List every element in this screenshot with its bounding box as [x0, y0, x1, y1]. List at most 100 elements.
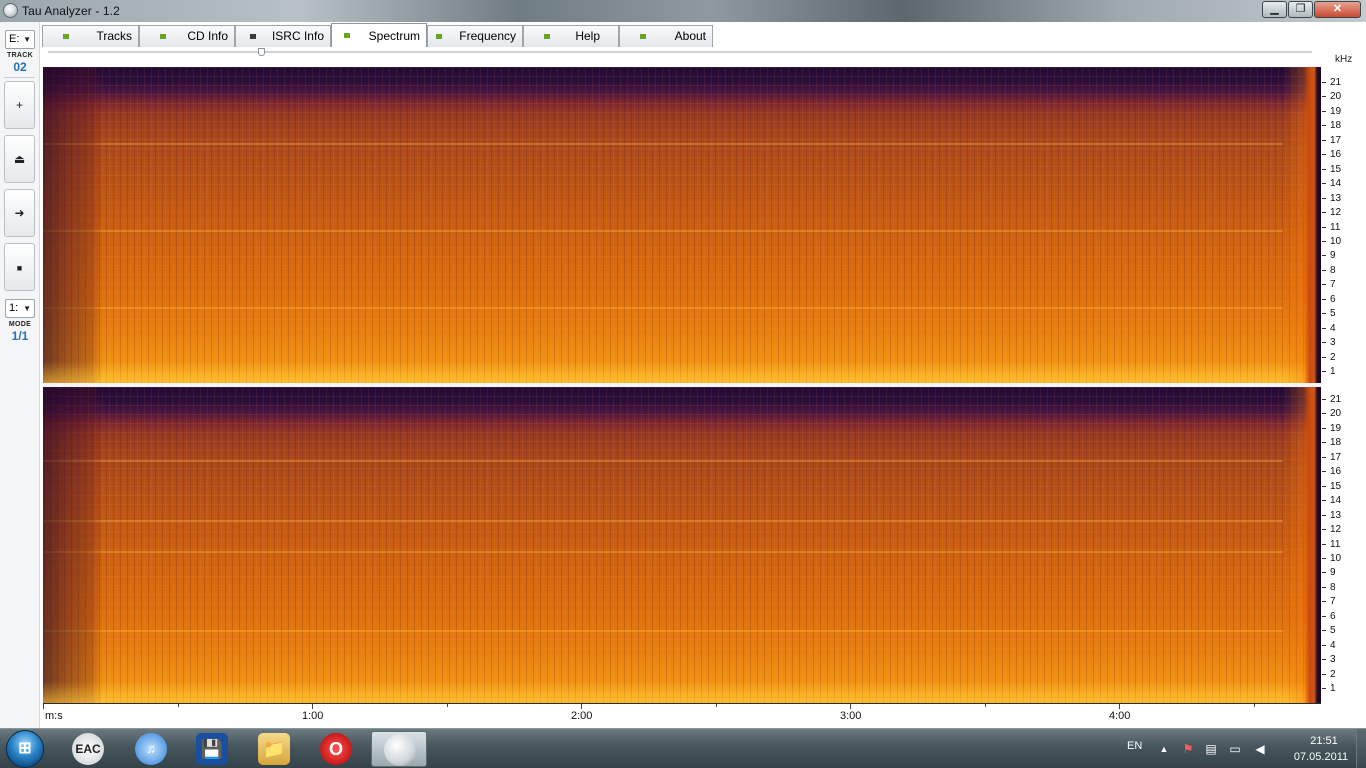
tab-label: ISRC Info	[271, 29, 324, 43]
time-axis: m:s 1:00 2:00 3:00 4:00	[43, 703, 1321, 728]
play-icon: ➜	[14, 206, 25, 220]
tab-frequency[interactable]: Frequency	[427, 25, 523, 47]
taskbar-app-itunes[interactable]: ♫	[127, 731, 175, 767]
tab-isrc-info[interactable]: ISRC Info	[235, 25, 331, 47]
frequency-tick-label: 4	[1330, 322, 1336, 334]
time-minor-tick	[984, 704, 986, 707]
divider	[4, 77, 35, 78]
chevron-down-icon: ▼	[23, 304, 31, 313]
frequency-scale-left-channel: 21 20 19 18 17 16 15 14 13 12 11 10 9 8 7 6 5 4 3 2 1	[1322, 77, 1366, 377]
opera-icon: O	[320, 733, 352, 765]
minimize-button[interactable]: ▁	[1262, 1, 1287, 18]
window-title-bar[interactable]: Tau Analyzer - 1.2 ▁ ❐ ✕	[0, 0, 1366, 22]
time-minor-tick	[1253, 704, 1255, 707]
tau-analyzer-icon	[384, 734, 416, 766]
plus-icon: +	[15, 98, 23, 112]
clock-time[interactable]: 21:51	[1298, 735, 1350, 747]
spectrogram-intro-region	[43, 67, 103, 383]
frequency-tick-label: 7	[1330, 596, 1336, 608]
frequency-tick-label: 19	[1330, 105, 1342, 117]
tab-cd-info[interactable]: CD Info	[139, 25, 235, 47]
tab-help[interactable]: Help	[523, 25, 619, 47]
frequency-tick-label: 10	[1330, 235, 1342, 247]
show-hidden-icons-icon[interactable]: ▲	[1157, 742, 1171, 756]
tab-spectrum[interactable]: Spectrum	[331, 23, 427, 47]
spectrogram-end-region	[1283, 387, 1321, 703]
spectrogram[interactable]	[43, 67, 1321, 703]
time-minor-tick	[446, 704, 448, 707]
tab-about[interactable]: About	[619, 25, 713, 47]
frequency-tick-mark	[1322, 240, 1326, 242]
maximize-button[interactable]: ❐	[1288, 1, 1313, 18]
seek-slider-thumb[interactable]	[258, 48, 265, 56]
volume-icon[interactable]: ◀	[1253, 742, 1267, 756]
khz-unit-label: kHz	[1335, 54, 1353, 65]
frequency-tick: 15	[1322, 164, 1366, 176]
stop-button[interactable]: ■	[4, 243, 35, 291]
show-desktop-button[interactable]	[1356, 729, 1366, 768]
frequency-tick-mark	[1322, 413, 1326, 415]
app-icon[interactable]	[3, 3, 18, 18]
frequency-tick-label: 14	[1330, 178, 1342, 190]
frequency-tick: 3	[1322, 337, 1366, 349]
frequency-tick-mark	[1322, 298, 1326, 300]
action-center-icon[interactable]: ⚑	[1181, 742, 1195, 756]
play-button[interactable]: ➜	[4, 189, 35, 237]
mode-select[interactable]: 1: ▼	[5, 299, 35, 318]
left-control-panel: E: ▼ TRACK 02 + ⏏ ➜ ■ 1: ▼ MODE 1/1	[0, 22, 40, 728]
language-indicator[interactable]: EN	[1127, 740, 1142, 752]
close-button[interactable]: ✕	[1314, 1, 1361, 18]
taskbar-app-opera[interactable]: O	[312, 731, 360, 767]
time-major-tick	[43, 704, 44, 709]
seek-slider-track[interactable]	[48, 51, 1312, 53]
status-led-icon	[544, 34, 550, 39]
frequency-tick: 15	[1322, 481, 1366, 493]
tab-tracks[interactable]: Tracks	[42, 25, 139, 47]
frequency-tick-label: 7	[1330, 279, 1336, 291]
add-button[interactable]: +	[4, 81, 35, 129]
frequency-tick-mark	[1322, 356, 1326, 358]
frequency-tick-mark	[1322, 427, 1326, 429]
frequency-tick: 6	[1322, 294, 1366, 306]
frequency-tick-label: 10	[1330, 552, 1342, 564]
status-led-icon	[250, 34, 256, 39]
frequency-tick-mark	[1322, 255, 1326, 257]
status-led-icon	[344, 33, 350, 38]
frequency-tick-mark	[1322, 197, 1326, 199]
frequency-tick: 8	[1322, 265, 1366, 277]
floppy-disk-icon: 💾	[196, 733, 228, 765]
frequency-scale-right-channel: 21 20 19 18 17 16 15 14 13 12 11 10 9 8 7 6 5 4 3 2 1	[1322, 394, 1366, 694]
start-button[interactable]: ⊞	[6, 730, 44, 768]
frequency-tick: 20	[1322, 91, 1366, 103]
frequency-tick: 21	[1322, 77, 1366, 89]
maximize-icon: ❐	[1295, 3, 1306, 15]
clock-date[interactable]: 07.05.2011	[1284, 751, 1358, 763]
taskbar-app-tau-analyzer[interactable]	[371, 731, 427, 767]
drive-select[interactable]: E: ▼	[5, 30, 35, 49]
time-minor-tick	[715, 704, 717, 707]
taskbar-app-explorer[interactable]: 📁	[250, 731, 298, 767]
frequency-tick-label: 18	[1330, 437, 1342, 449]
frequency-tick-mark	[1322, 269, 1326, 271]
eject-button[interactable]: ⏏	[4, 135, 35, 183]
tab-label: CD Info	[187, 29, 228, 43]
frequency-tick: 13	[1322, 193, 1366, 205]
frequency-tick-mark	[1322, 630, 1326, 632]
spectral-line	[43, 307, 1283, 309]
frequency-tick-mark	[1322, 659, 1326, 661]
app-client-area: E: ▼ TRACK 02 + ⏏ ➜ ■ 1: ▼ MODE 1/1 Trac…	[0, 22, 1366, 728]
spectrogram-end-region	[1283, 67, 1321, 383]
frequency-tick-label: 9	[1330, 567, 1336, 579]
frequency-tick-mark	[1322, 442, 1326, 444]
network-icon[interactable]: ▭	[1228, 742, 1242, 756]
device-icon[interactable]: ▤	[1204, 742, 1218, 756]
spectral-line	[43, 630, 1283, 632]
spectral-line	[43, 143, 1283, 145]
mode-select-value: 1:	[9, 302, 19, 314]
taskbar-app-eac[interactable]: EAC	[64, 731, 112, 767]
taskbar-app-save[interactable]: 💾	[188, 731, 236, 767]
mode-value: 1/1	[11, 329, 29, 343]
system-tray: EN ▲ ⚑ ▤ ▭ ◀ 21:51 07.05.2011	[1120, 729, 1366, 768]
frequency-tick: 7	[1322, 596, 1366, 608]
spectrogram-channel-left	[43, 67, 1321, 383]
